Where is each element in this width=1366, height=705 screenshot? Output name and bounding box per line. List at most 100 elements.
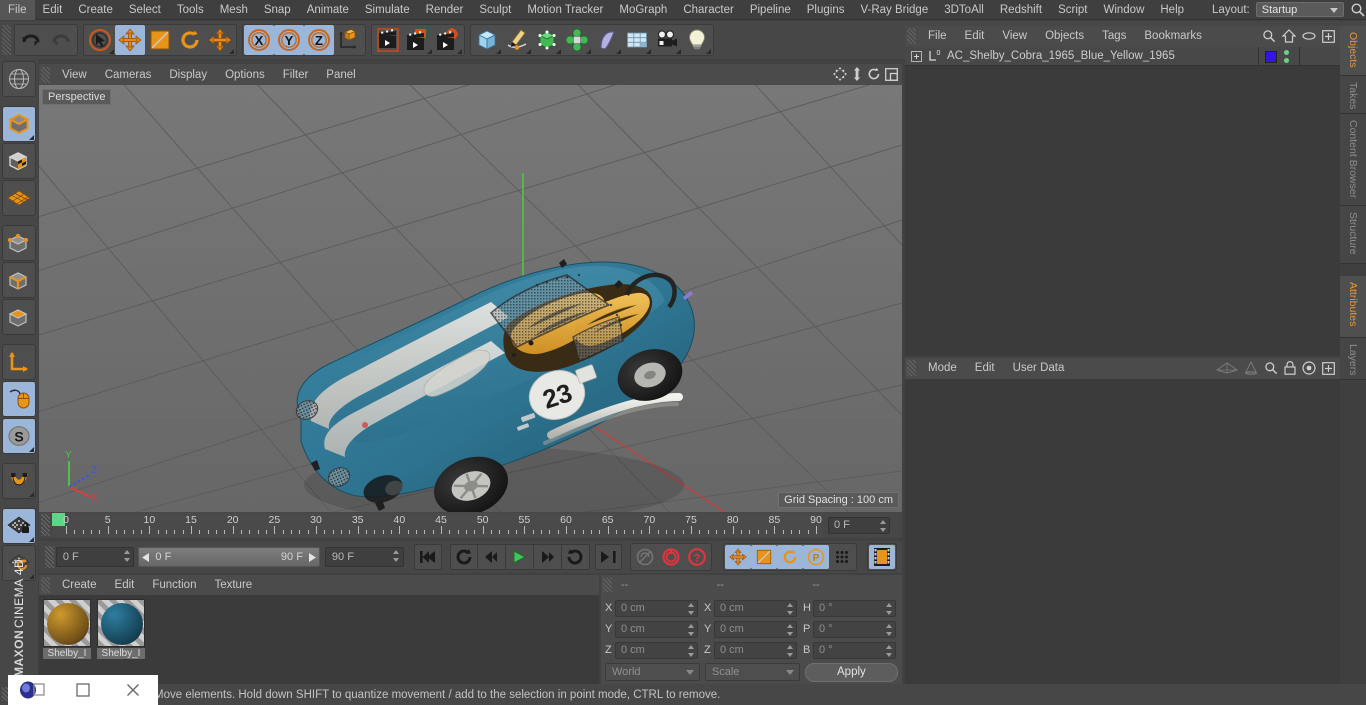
rotate-view-icon[interactable] (867, 67, 881, 84)
play-backwards-loop-button[interactable] (449, 544, 478, 570)
menu-item-select[interactable]: Select (121, 0, 169, 20)
timeline-ruler[interactable]: 0 5 10 15 20 25 30 35 40 45 50 55 60 65 70 75 80 85 90 (52, 513, 822, 537)
menu-item-render[interactable]: Render (418, 0, 472, 20)
menu-item-pipeline[interactable]: Pipeline (742, 0, 799, 20)
transport-grip[interactable] (45, 546, 54, 568)
coordinate-field-position[interactable]: 0 cm (615, 599, 698, 617)
scale-tool[interactable] (145, 25, 175, 55)
coordinate-field-rotation[interactable]: 0 ° (813, 599, 896, 617)
add-deformer-button[interactable] (592, 25, 622, 55)
object-menu-objects[interactable]: Objects (1036, 30, 1093, 42)
search-icon[interactable] (1262, 29, 1276, 46)
lock-x-axis[interactable]: X (244, 25, 274, 55)
point-mode-button[interactable] (2, 225, 36, 261)
coordinate-field-rotation[interactable]: 0 ° (813, 641, 896, 659)
material-menu-create[interactable]: Create (53, 579, 106, 591)
viewport-menu-filter[interactable]: Filter (274, 69, 318, 81)
menu-item-v-ray-bridge[interactable]: V-Ray Bridge (852, 0, 936, 20)
menu-item-plugins[interactable]: Plugins (799, 0, 853, 20)
coordinate-field-size[interactable]: 0 cm (714, 599, 797, 617)
stepper-icon[interactable] (786, 644, 793, 657)
expand-icon[interactable] (911, 50, 922, 62)
pyramid-wire-icon[interactable] (1215, 362, 1239, 377)
add-spline-button[interactable] (502, 25, 532, 55)
menu-item-animate[interactable]: Animate (299, 0, 357, 20)
go-to-start-button[interactable] (413, 544, 442, 570)
menu-item-window[interactable]: Window (1095, 0, 1152, 20)
viewport-menu-display[interactable]: Display (160, 69, 216, 81)
material-thumbnail[interactable] (43, 599, 91, 647)
go-to-end-button[interactable] (594, 544, 622, 570)
record-pla-button[interactable] (829, 545, 855, 569)
coordinate-field-position[interactable]: 0 cm (615, 620, 698, 638)
menu-item-tools[interactable]: Tools (169, 0, 212, 20)
attribute-grip[interactable] (907, 360, 916, 376)
step-forward-button[interactable] (533, 544, 562, 570)
redo-button[interactable] (46, 25, 76, 55)
object-menu-bookmarks[interactable]: Bookmarks (1135, 30, 1211, 42)
visibility-dots-icon[interactable] (1284, 50, 1289, 63)
viewport-menu-options[interactable]: Options (216, 69, 274, 81)
menu-item-motion-tracker[interactable]: Motion Tracker (519, 0, 611, 20)
material-list[interactable]: Shelby_I Shelby_I (39, 595, 599, 687)
viewport-solo-button[interactable] (2, 381, 36, 417)
render-settings-button[interactable] (433, 25, 463, 55)
step-back-button[interactable] (477, 544, 506, 570)
viewport-menu-cameras[interactable]: Cameras (96, 69, 161, 81)
stepper-icon[interactable] (885, 644, 892, 657)
menu-item-edit[interactable]: Edit (35, 0, 71, 20)
object-grip[interactable] (907, 28, 916, 44)
material-grip[interactable] (41, 577, 50, 593)
coordinate-system-select[interactable]: World (605, 663, 700, 681)
object-tree[interactable]: 0 AC_Shelby_Cobra_1965_Blue_Yellow_1965 (905, 47, 1340, 356)
stepper-icon[interactable] (786, 623, 793, 636)
autokeying-toggle[interactable] (868, 545, 895, 569)
stepper-icon[interactable] (786, 602, 793, 615)
dock-tab-content-browser[interactable]: Content Browser (1340, 114, 1366, 206)
material-menu-texture[interactable]: Texture (205, 579, 261, 591)
autokeying-button[interactable] (632, 545, 658, 569)
object-tree-row[interactable]: 0 AC_Shelby_Cobra_1965_Blue_Yellow_1965 (905, 47, 1340, 66)
object-menu-view[interactable]: View (993, 30, 1036, 42)
current-frame-field[interactable]: 0 F (828, 516, 890, 534)
dock-tab-structure[interactable]: Structure (1340, 206, 1366, 264)
snap-toggle-button[interactable]: S (2, 418, 36, 454)
c4d-app-icon[interactable] (8, 675, 58, 705)
close-icon[interactable] (108, 675, 158, 705)
stepper-icon[interactable] (687, 623, 694, 636)
coordinates-grip[interactable] (603, 578, 612, 592)
viewport-menu-panel[interactable]: Panel (317, 69, 364, 81)
make-editable-button[interactable] (2, 61, 36, 97)
coordinate-field-rotation[interactable]: 0 ° (813, 620, 896, 638)
eye-icon[interactable] (1302, 31, 1316, 44)
material-menu-edit[interactable]: Edit (106, 579, 144, 591)
menu-item-simulate[interactable]: Simulate (357, 0, 418, 20)
coordinate-field-size[interactable]: 0 cm (714, 641, 797, 659)
lock-y-axis[interactable]: Y (274, 25, 304, 55)
add-generator-button[interactable] (532, 25, 562, 55)
restore-icon[interactable] (58, 675, 108, 705)
menu-item-redshift[interactable]: Redshift (992, 0, 1050, 20)
coordinate-mode-select[interactable]: Scale (704, 663, 800, 681)
apply-button[interactable]: Apply (804, 662, 899, 682)
material-item[interactable]: Shelby_I (43, 599, 91, 683)
menu-item-mograph[interactable]: MoGraph (611, 0, 675, 20)
layout-select[interactable]: Startup (1255, 2, 1344, 17)
rotate-tool[interactable] (175, 25, 205, 55)
record-rotation-button[interactable] (776, 545, 803, 569)
maximize-view-icon[interactable] (885, 67, 898, 84)
add-environment-button[interactable] (622, 25, 652, 55)
stepper-icon[interactable] (687, 602, 694, 615)
target-icon[interactable] (1302, 361, 1316, 378)
record-parameter-button[interactable]: P (802, 545, 829, 569)
fullscreen-icon[interactable] (1322, 361, 1335, 378)
fullscreen-icon[interactable] (1322, 29, 1335, 46)
menu-item-help[interactable]: Help (1152, 0, 1192, 20)
dock-tab-objects[interactable]: Objects (1340, 26, 1366, 76)
material-menu-function[interactable]: Function (143, 579, 205, 591)
material-item[interactable]: Shelby_I (97, 599, 145, 683)
material-thumbnail[interactable] (97, 599, 145, 647)
preview-range-bar[interactable]: 0 F 90 F (138, 547, 320, 567)
viewport-menu-view[interactable]: View (53, 69, 96, 81)
play-forward-loop-button[interactable] (561, 544, 590, 570)
